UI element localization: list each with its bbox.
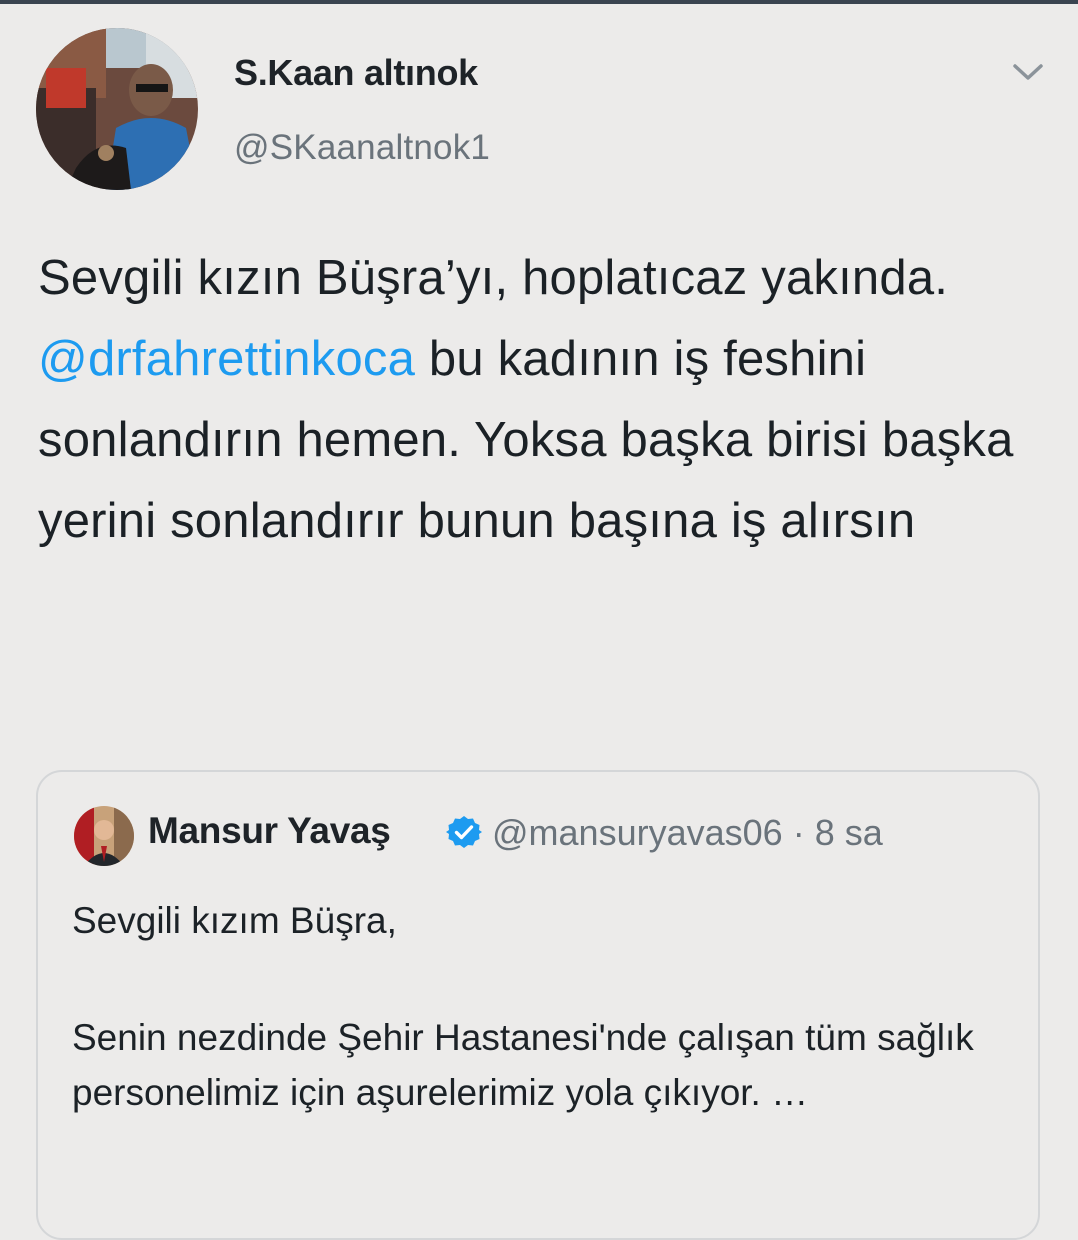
tweet: S.Kaan altınok @SKaanaltnok1 Sevgili kız… [0,0,1078,1240]
mention-link[interactable]: @drfahrettinkoca [38,332,415,386]
meta-separator: · [792,812,805,853]
quoted-body: Senin nezdinde Şehir Hastanesi'nde çalış… [72,1017,974,1113]
author-name[interactable]: S.Kaan altınok [234,52,478,94]
tweet-text-part: Sevgili kızın Büşra’yı, hoplatıcaz yakın… [38,251,949,305]
tweet-text: Sevgili kızın Büşra’yı, hoplatıcaz yakın… [38,238,1048,562]
author-handle[interactable]: @SKaanaltnok1 [234,128,490,168]
quoted-tweet-card[interactable]: Mansur Yavaş @mansuryavas06 · 8 sa Sevgi… [36,770,1040,1240]
quoted-author-handle[interactable]: @mansuryavas06 [492,812,783,853]
quoted-author-name[interactable]: Mansur Yavaş [148,810,391,852]
chevron-down-icon[interactable] [1008,56,1048,88]
quoted-timestamp[interactable]: 8 sa [815,812,883,853]
verified-badge-icon [446,814,482,850]
quoted-author-avatar[interactable] [74,806,134,866]
quoted-author-meta: @mansuryavas06 · 8 sa [492,812,883,854]
quoted-greeting: Sevgili kızım Büşra, [72,900,397,941]
author-avatar[interactable] [36,28,198,190]
